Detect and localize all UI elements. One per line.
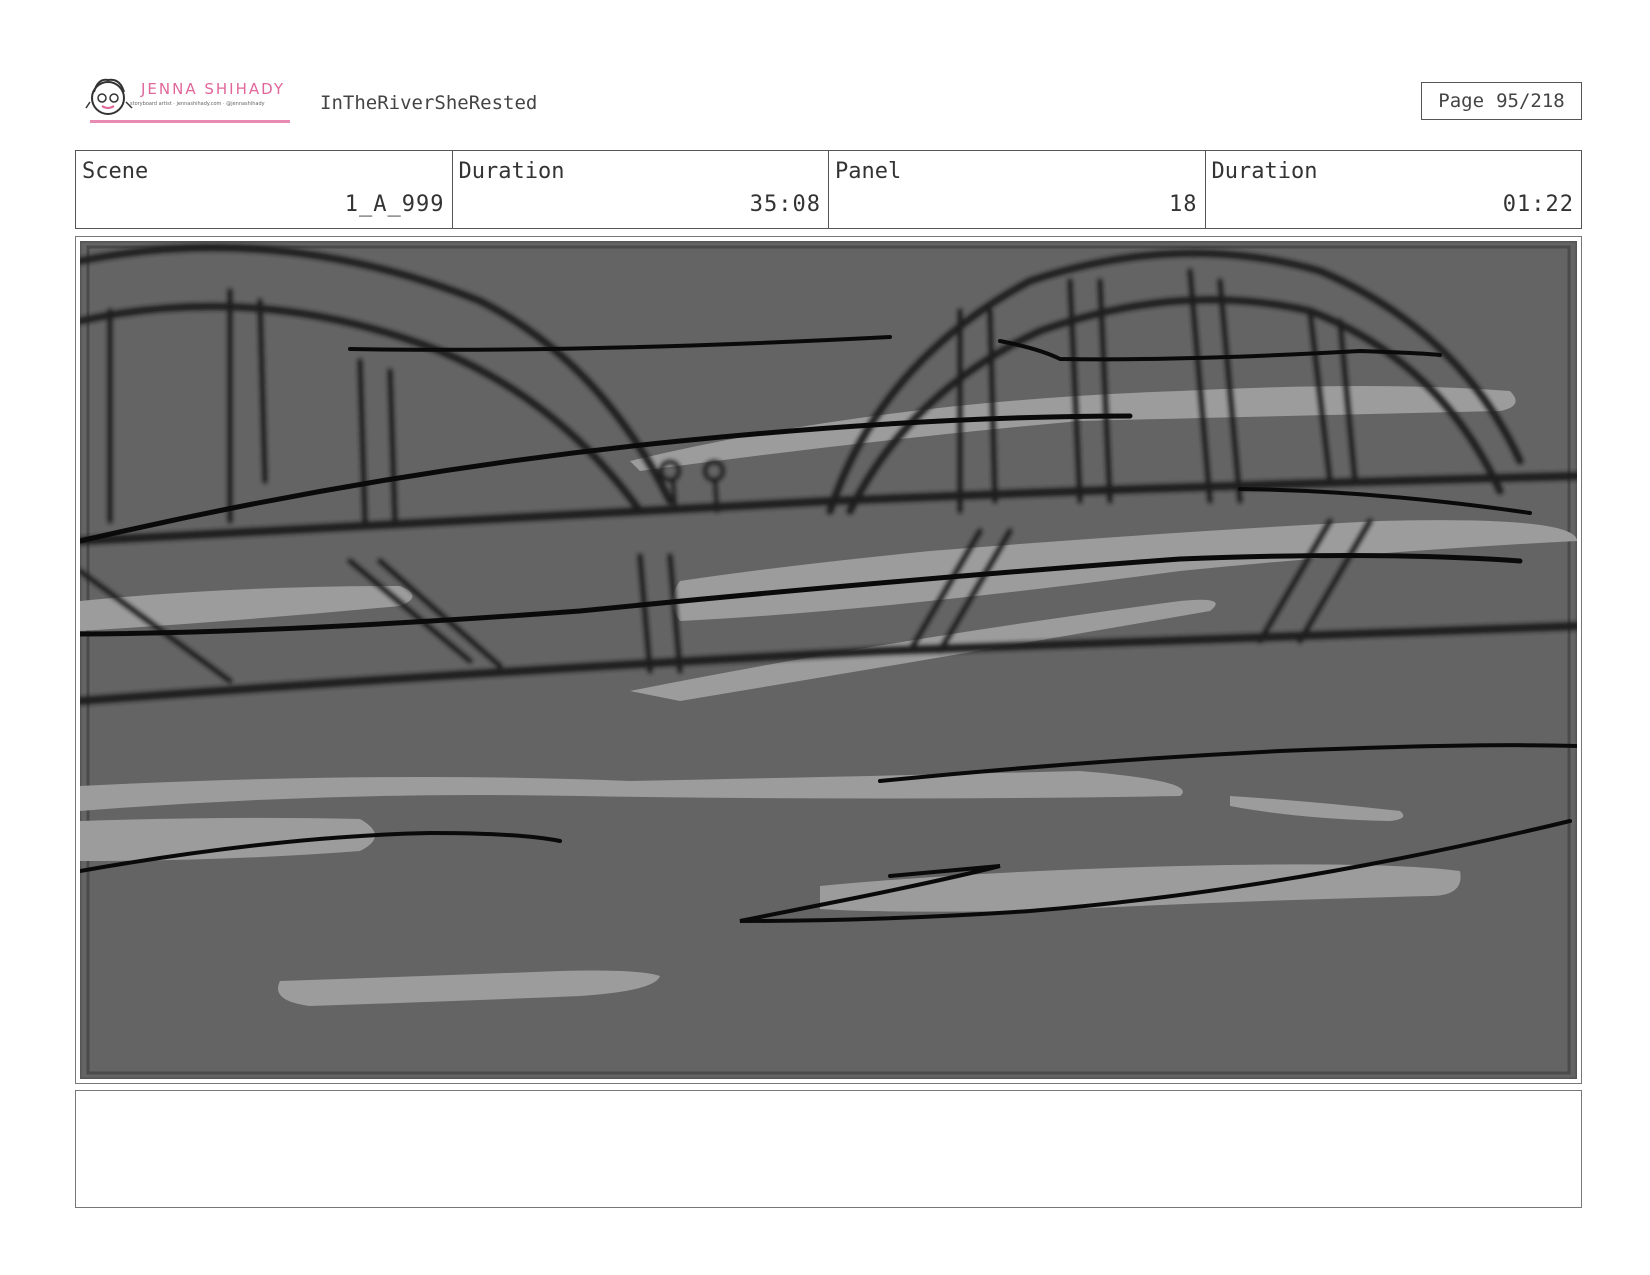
- page-number: 95/218: [1496, 90, 1565, 112]
- scene-label: Scene: [82, 159, 149, 184]
- avatar-icon: [85, 78, 133, 115]
- panel-duration-label: Duration: [1211, 159, 1318, 184]
- scene-duration-cell: Duration 35:08: [453, 151, 829, 228]
- scene-duration-label: Duration: [458, 159, 565, 184]
- project-title: InTheRiverSheRested: [320, 92, 538, 114]
- logo-tagline: storyboard artist · jennashihady.com · @…: [130, 101, 265, 107]
- panel-frame: [75, 236, 1582, 1084]
- page-indicator: Page 95/218: [1421, 82, 1582, 120]
- panel-notes: [75, 1090, 1582, 1208]
- page-label: Page: [1438, 90, 1485, 112]
- scene-value: 1_A_999: [344, 192, 445, 217]
- scene-cell: Scene 1_A_999: [76, 151, 453, 228]
- panel-label: Panel: [835, 159, 902, 184]
- panel-cell: Panel 18: [829, 151, 1206, 228]
- logo-name: JENNA SHIHADY: [141, 80, 286, 98]
- panel-duration-cell: Duration 01:22: [1206, 151, 1582, 228]
- scene-duration-value: 35:08: [749, 192, 821, 217]
- panel-info-row: Scene 1_A_999 Duration 35:08 Panel 18 Du…: [75, 150, 1582, 229]
- brand-logo: JENNA SHIHADY storyboard artist · jennas…: [84, 74, 290, 126]
- panel-duration-value: 01:22: [1502, 192, 1574, 217]
- bridge-sketch-icon: [80, 241, 1577, 1079]
- panel-value: 18: [1169, 192, 1198, 217]
- logo-underline: [90, 120, 290, 123]
